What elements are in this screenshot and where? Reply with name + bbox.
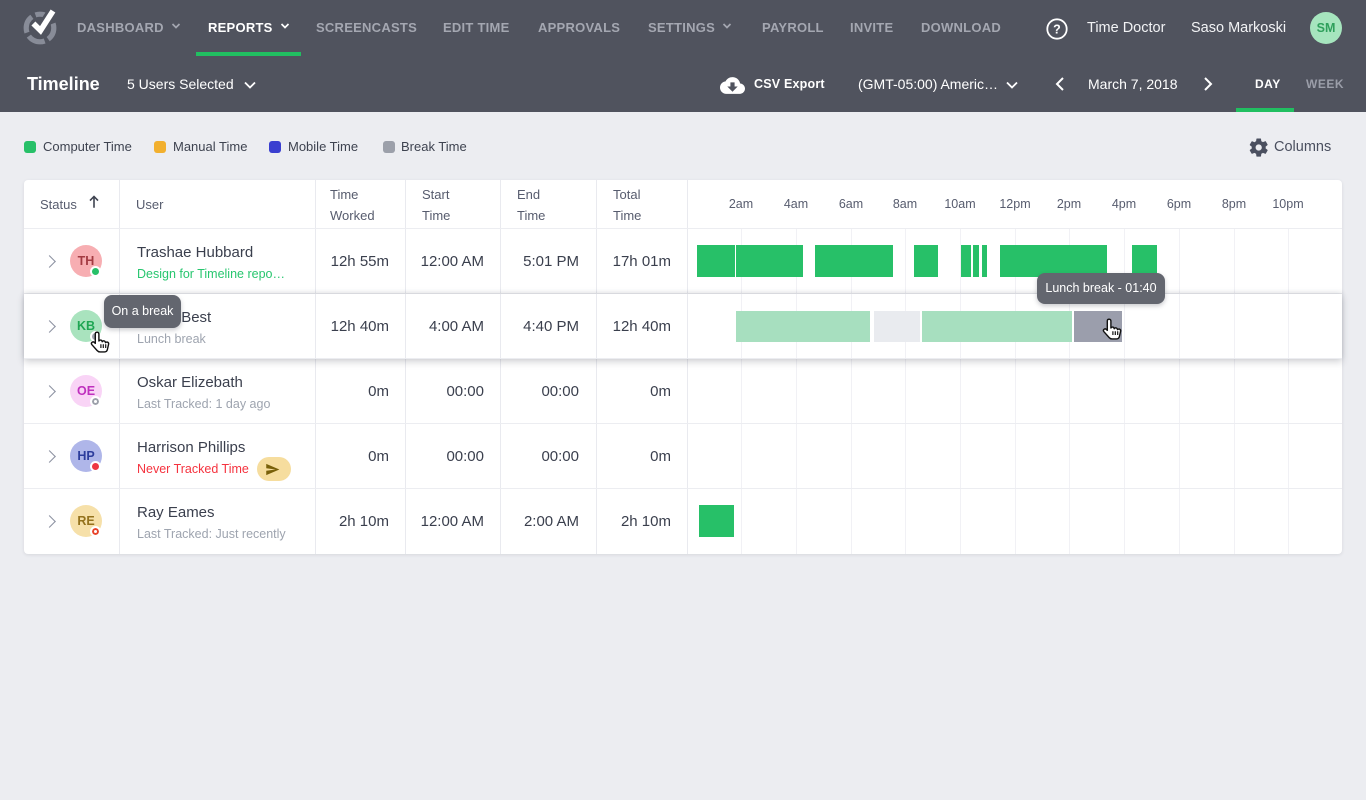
- svg-text:?: ?: [1053, 23, 1061, 37]
